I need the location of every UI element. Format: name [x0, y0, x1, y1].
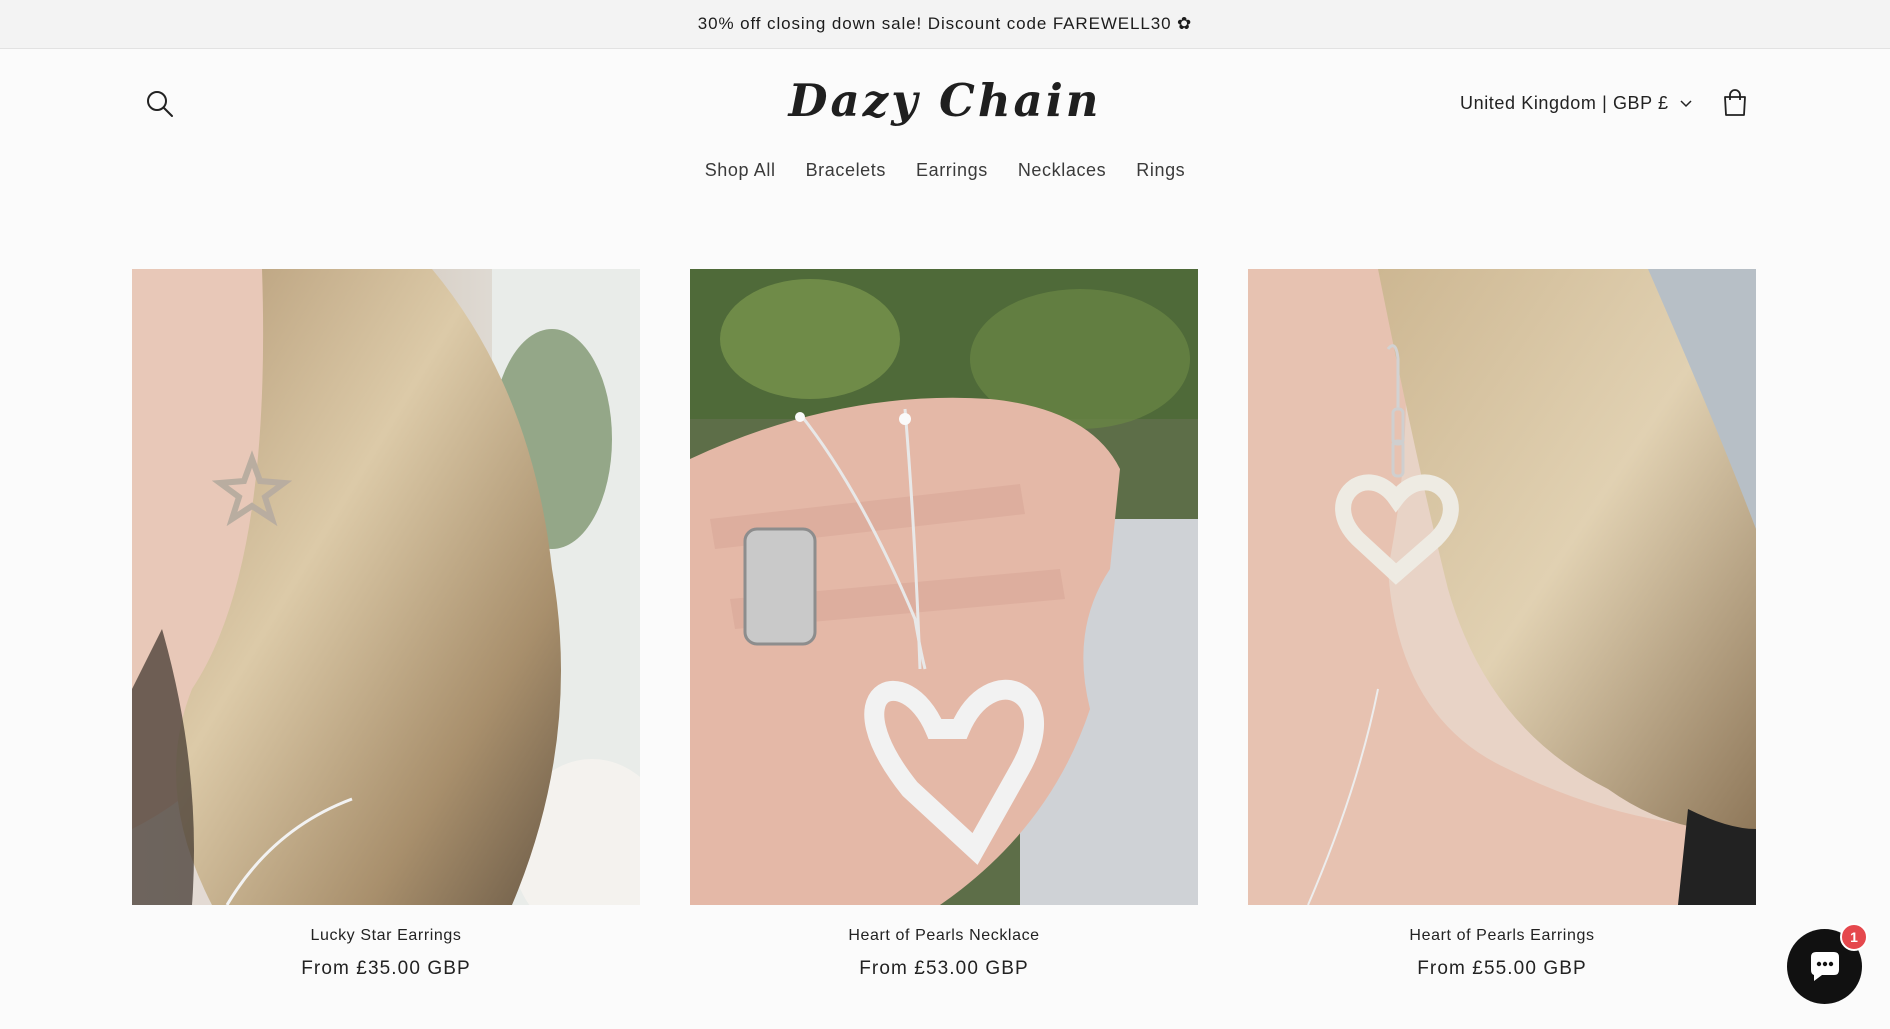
nav-item-necklaces[interactable]: Necklaces [1018, 158, 1106, 188]
site-logo[interactable]: Dazy Chain [700, 70, 1190, 130]
search-button[interactable] [144, 88, 176, 120]
announcement-bar: 30% off closing down sale! Discount code… [0, 0, 1890, 49]
main-nav: Shop All Bracelets Earrings Necklaces Ri… [0, 158, 1890, 188]
cart-button[interactable] [1718, 86, 1752, 120]
product-image[interactable] [1248, 269, 1756, 905]
chevron-down-icon [1680, 100, 1692, 108]
country-selector[interactable]: United Kingdom | GBP £ [1460, 88, 1693, 118]
chat-bubble-icon [1810, 951, 1839, 981]
chat-notification-badge: 1 [1840, 923, 1868, 951]
product-price: From £55.00 GBP [1417, 958, 1587, 979]
product-card[interactable]: Heart of Pearls Necklace From £53.00 GBP [690, 269, 1198, 980]
chat-button[interactable]: 1 [1787, 923, 1868, 1004]
product-title[interactable]: Heart of Pearls Necklace [690, 927, 1198, 945]
cart-icon [1724, 89, 1746, 116]
nav-item-bracelets[interactable]: Bracelets [806, 158, 886, 188]
product-title[interactable]: Lucky Star Earrings [132, 927, 640, 945]
product-price: From £35.00 GBP [301, 958, 471, 979]
nav-item-rings[interactable]: Rings [1136, 158, 1185, 188]
product-price: From £53.00 GBP [859, 958, 1029, 979]
nav-item-earrings[interactable]: Earrings [916, 158, 988, 188]
search-icon [147, 91, 173, 117]
nav-item-shop-all[interactable]: Shop All [705, 158, 776, 188]
product-photo-earring-star [132, 269, 640, 905]
announcement-text: 30% off closing down sale! Discount code… [697, 14, 1193, 33]
product-card[interactable]: Lucky Star Earrings From £35.00 GBP [132, 269, 640, 980]
product-grid: Lucky Star Earrings From £35.00 GBP Hear… [132, 269, 1758, 980]
country-selector-label: United Kingdom | GBP £ [1460, 92, 1669, 113]
product-photo-necklace-heart [690, 269, 1198, 905]
product-title[interactable]: Heart of Pearls Earrings [1248, 927, 1756, 945]
product-card[interactable]: Heart of Pearls Earrings From £55.00 GBP [1248, 269, 1756, 980]
product-image[interactable] [690, 269, 1198, 905]
product-image[interactable] [132, 269, 640, 905]
site-header: Dazy Chain United Kingdom | GBP £ Shop A… [0, 49, 1890, 214]
product-photo-earring-heart [1248, 269, 1756, 905]
